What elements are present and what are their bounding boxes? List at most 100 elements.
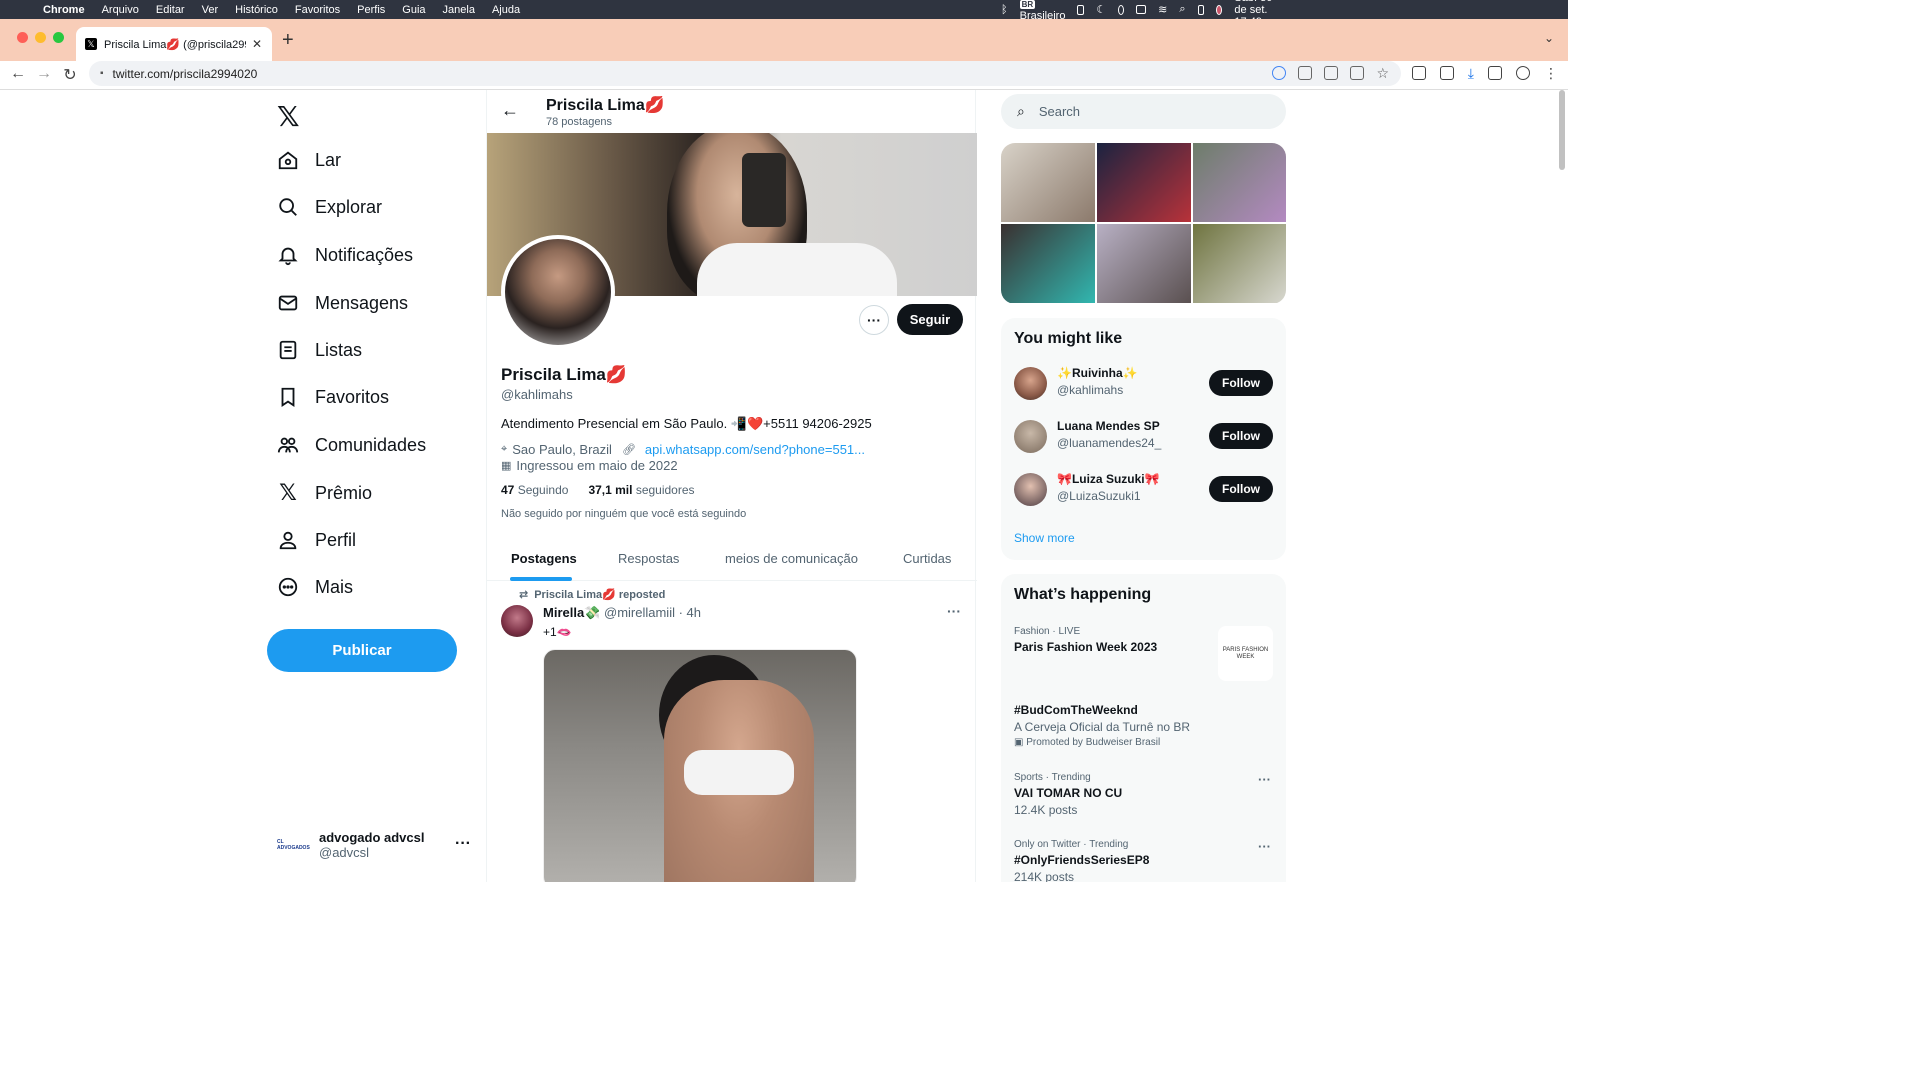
trend-more-icon[interactable]: ··· [1258, 839, 1271, 854]
profile-avatar[interactable] [501, 235, 615, 349]
nav-item-premium[interactable]: 𝕏 Prêmio [277, 480, 372, 505]
menu-ajuda[interactable]: Ajuda [492, 4, 520, 16]
post-more-icon[interactable]: ··· [947, 603, 961, 619]
publish-button[interactable]: Publicar [267, 629, 457, 672]
show-more-link[interactable]: Show more [1014, 531, 1075, 545]
siri-icon[interactable] [1216, 4, 1223, 15]
tab-media[interactable]: meios de comunicação [725, 551, 858, 566]
menu-editar[interactable]: Editar [156, 4, 185, 16]
suggestion-handle: @luanamendes24_ [1057, 436, 1162, 450]
site-info-icon[interactable]: ▪ [100, 68, 104, 79]
post-author-avatar[interactable] [501, 605, 533, 637]
close-tab-icon[interactable]: ✕ [252, 37, 262, 51]
share-icon[interactable] [1350, 66, 1365, 80]
side-panel-icon[interactable] [1488, 66, 1502, 80]
tab-search-chevron-icon[interactable]: ⌄ [1544, 31, 1554, 45]
menu-app-chrome[interactable]: Chrome [43, 4, 85, 16]
menu-guia[interactable]: Guia [402, 4, 425, 16]
nav-item-bookmarks[interactable]: Favoritos [277, 386, 389, 408]
search-input[interactable]: ⌕ Search [1001, 94, 1286, 129]
nav-item-profile[interactable]: Perfil [277, 529, 356, 551]
trend-more-icon[interactable]: ··· [1258, 772, 1271, 787]
minimize-window-button[interactable] [35, 32, 46, 43]
suggestion-row[interactable]: 🎀Luiza Suzuki🎀 @LuizaSuzuki1 Follow [1014, 470, 1273, 510]
wifi-icon[interactable]: ≋ [1158, 3, 1167, 16]
nav-item-communities[interactable]: Comunidades [277, 434, 426, 456]
media-thumb[interactable] [1097, 143, 1191, 222]
extensions-puzzle-icon[interactable] [1411, 66, 1426, 80]
media-thumb[interactable] [1097, 224, 1191, 303]
follow-button[interactable]: Seguir [897, 304, 963, 335]
post-author-handle[interactable]: @mirellamiil [604, 605, 675, 620]
page-scrollbar[interactable] [1559, 90, 1565, 170]
reading-list-icon[interactable] [1439, 66, 1454, 80]
bluetooth-icon[interactable]: ᛒ [1001, 4, 1008, 16]
trend-item[interactable]: #BudComTheWeeknd A Cerveja Oficial da Tu… [1014, 700, 1273, 748]
suggestion-handle: @LuizaSuzuki1 [1057, 489, 1141, 503]
x-logo-icon[interactable]: 𝕏 [277, 100, 300, 133]
follow-suggestion-button[interactable]: Follow [1209, 476, 1273, 502]
back-arrow-icon[interactable]: ← [9, 65, 27, 83]
profile-more-button[interactable]: ··· [859, 305, 889, 335]
account-switcher[interactable]: CL ADVOGADOS advogado advcsl @advcsl ··· [277, 825, 477, 865]
menu-ver[interactable]: Ver [202, 4, 219, 16]
media-thumb[interactable] [1001, 224, 1095, 303]
screen-mirroring-icon[interactable] [1077, 4, 1085, 15]
new-tab-button[interactable]: + [282, 29, 294, 52]
forward-arrow-icon[interactable]: → [35, 65, 53, 83]
tab-curtidas[interactable]: Curtidas [903, 551, 951, 566]
follow-suggestion-button[interactable]: Follow [1209, 370, 1273, 396]
focus-moon-icon[interactable]: ☾ [1096, 3, 1106, 16]
nav-item-home[interactable]: Lar [277, 149, 341, 171]
media-thumb[interactable] [1193, 224, 1286, 303]
menu-arquivo[interactable]: Arquivo [102, 4, 139, 16]
trend-item[interactable]: Fashion · LIVE Paris Fashion Week 2023 P… [1014, 626, 1273, 681]
tab-respostas[interactable]: Respostas [618, 551, 679, 566]
suggestion-row[interactable]: ✨Ruivinha✨ @kahlimahs Follow [1014, 364, 1273, 404]
google-lens-icon[interactable] [1272, 66, 1287, 80]
bookmark-star-icon[interactable]: ☆ [1376, 66, 1389, 80]
trend-item[interactable]: Sports · Trending VAI TOMAR NO CU 12.4K … [1014, 772, 1273, 817]
play-icon[interactable] [1118, 4, 1125, 15]
reload-icon[interactable]: ↻ [61, 65, 79, 85]
post-media-image[interactable] [543, 649, 857, 882]
download-icon[interactable]: ⤓ [1468, 66, 1474, 80]
nav-label-communities: Comunidades [315, 434, 427, 455]
media-thumb[interactable] [1193, 143, 1286, 222]
tab-postagens[interactable]: Postagens [511, 551, 577, 566]
nav-item-lists[interactable]: Listas [277, 339, 362, 361]
post-time[interactable]: · 4h [679, 605, 701, 620]
following-link[interactable]: 47 Seguindo [501, 483, 568, 497]
url-text[interactable]: twitter.com/priscila2994020 [113, 67, 258, 81]
translate-icon[interactable] [1324, 66, 1339, 80]
spotlight-search-icon[interactable]: ⌕ [1179, 3, 1185, 16]
menu-historico[interactable]: Histórico [235, 4, 278, 16]
profile-link[interactable]: api.whatsapp.com/send?phone=551... [645, 442, 865, 457]
followers-link[interactable]: 37,1 mil seguidores [588, 483, 694, 497]
nav-item-messages[interactable]: Mensagens [277, 292, 408, 314]
zoom-window-button[interactable] [53, 32, 64, 43]
post-author-name[interactable]: Mirella💸 [543, 605, 600, 620]
search-placeholder: Search [1038, 104, 1081, 119]
profile-avatar-icon[interactable] [1516, 66, 1530, 80]
battery-icon[interactable] [1136, 5, 1147, 14]
profile-location: Sao Paulo, Brazil [512, 442, 612, 457]
control-center-icon[interactable] [1197, 4, 1205, 15]
menu-favoritos[interactable]: Favoritos [295, 4, 340, 16]
close-window-button[interactable] [17, 32, 28, 43]
nav-item-notifications[interactable]: Notificações [277, 244, 413, 266]
trend-item[interactable]: Only on Twitter · Trending #OnlyFriendsS… [1014, 839, 1273, 882]
chrome-menu-icon[interactable]: ⋮ [1544, 66, 1558, 80]
suggestion-row[interactable]: Luana Mendes SP @luanamendes24_ Follow [1014, 417, 1273, 457]
account-more-icon[interactable]: ··· [455, 835, 471, 853]
nav-item-more[interactable]: Mais [277, 576, 353, 598]
back-arrow-icon[interactable]: ← [501, 100, 519, 121]
install-app-icon[interactable] [1298, 66, 1313, 80]
menu-perfis[interactable]: Perfis [357, 4, 385, 16]
menu-janela[interactable]: Janela [443, 4, 475, 16]
browser-tab[interactable]: 𝕏 Priscila Lima💋 (@priscila299 ✕ [76, 27, 272, 61]
address-bar[interactable]: ▪ twitter.com/priscila2994020 ☆ [89, 61, 1401, 86]
nav-item-explore[interactable]: Explorar [277, 196, 382, 218]
media-thumb[interactable] [1001, 143, 1095, 222]
follow-suggestion-button[interactable]: Follow [1209, 423, 1273, 449]
